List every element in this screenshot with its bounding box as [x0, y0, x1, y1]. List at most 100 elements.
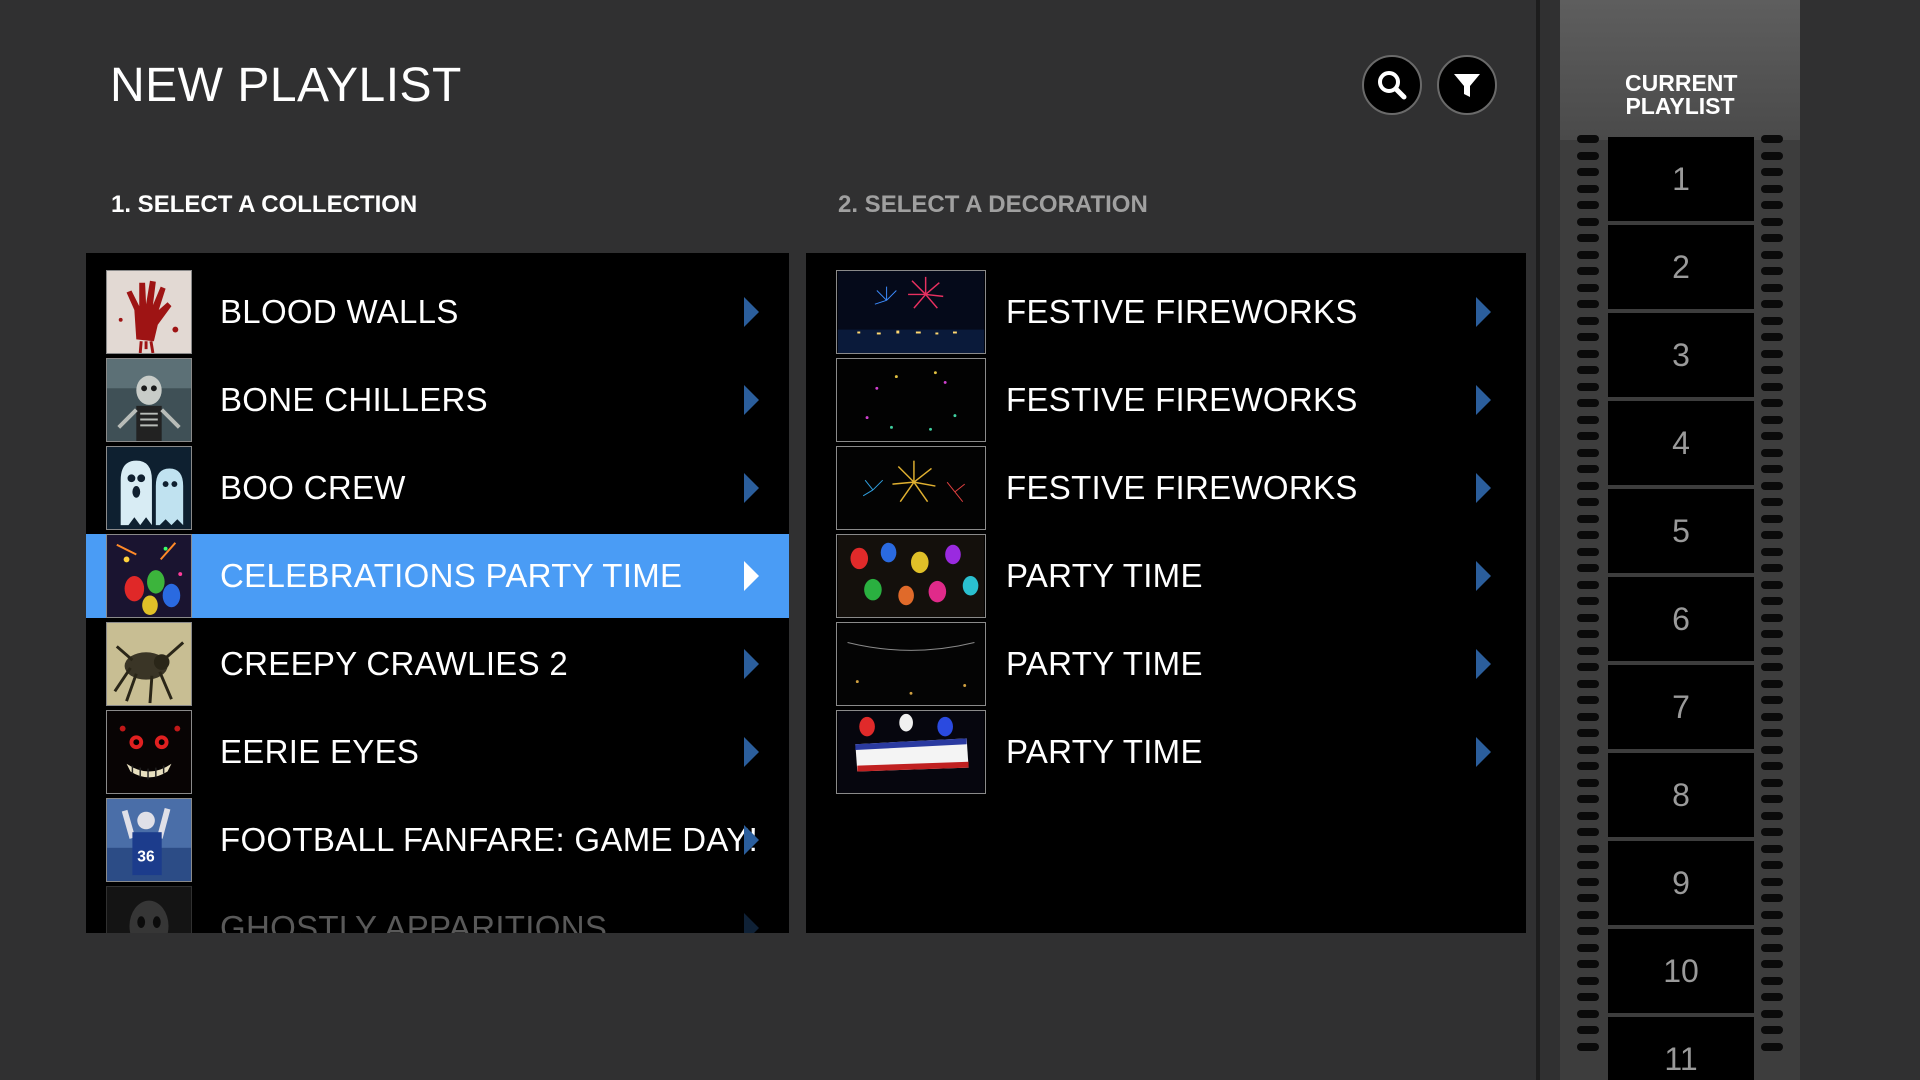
perforation-hole — [1577, 613, 1599, 622]
perforation-hole — [1577, 1042, 1599, 1051]
chevron-right-icon — [1476, 297, 1491, 327]
collection-thumbnail — [106, 270, 192, 354]
collection-item-football-fanfare[interactable]: 36 FOOTBALL FANFARE: GAME DAY! — [86, 798, 789, 882]
chevron-right-icon — [1476, 385, 1491, 415]
playlist-slot[interactable]: 7 — [1608, 665, 1754, 749]
perforation-hole — [1577, 828, 1599, 836]
perforation-hole — [1761, 547, 1783, 556]
perforation-hole — [1577, 267, 1599, 275]
playlist-slot[interactable]: 11 — [1608, 1017, 1754, 1080]
perforation-hole — [1761, 250, 1783, 259]
perforation-hole — [1761, 448, 1783, 457]
collection-item-boo-crew[interactable]: BOO CREW — [86, 446, 789, 530]
new-playlist-screen: NEW PLAYLIST 1. SELECT A COLLECTION 2. S… — [0, 0, 1920, 1080]
perforation-hole — [1761, 201, 1783, 209]
perforation-hole — [1577, 646, 1599, 655]
playlist-slot[interactable]: 2 — [1608, 225, 1754, 309]
step-2-label: 2. SELECT A DECORATION — [838, 191, 1148, 218]
playlist-slot[interactable]: 1 — [1608, 137, 1754, 221]
perforation-hole — [1577, 580, 1599, 589]
film-perforations — [1577, 135, 1599, 1080]
perforation-hole — [1577, 349, 1599, 358]
collection-label: BOO CREW — [220, 469, 406, 506]
collection-thumbnail — [106, 710, 192, 794]
perforation-hole — [1761, 894, 1783, 902]
decoration-list[interactable]: FESTIVE FIREWORKS FESTIVE FIREWORKS FEST… — [806, 253, 1526, 933]
collection-item-blood-walls[interactable]: BLOOD WALLS — [86, 270, 789, 354]
perforation-hole — [1761, 564, 1783, 572]
filter-icon — [1454, 74, 1480, 97]
decoration-label: PARTY TIME — [1006, 557, 1203, 594]
decoration-label: PARTY TIME — [1006, 733, 1203, 770]
perforation-hole — [1761, 630, 1783, 638]
perforation-hole — [1577, 861, 1599, 869]
collection-item-bone-chillers[interactable]: BONE CHILLERS — [86, 358, 789, 442]
perforation-hole — [1577, 432, 1599, 440]
perforation-hole — [1761, 729, 1783, 737]
decoration-thumbnail — [836, 710, 986, 794]
perforation-hole — [1577, 663, 1599, 671]
playlist-slot[interactable]: 10 — [1608, 929, 1754, 1013]
chevron-right-icon — [1476, 649, 1491, 679]
chevron-right-icon — [744, 913, 759, 933]
playlist-slot[interactable]: 5 — [1608, 489, 1754, 573]
collection-list[interactable]: BLOOD WALLS BONE CHILLERS BOO CREW CELEB… — [86, 253, 789, 933]
playlist-slot[interactable]: 9 — [1608, 841, 1754, 925]
decoration-item[interactable]: PARTY TIME — [806, 622, 1526, 706]
decoration-thumbnail — [836, 446, 986, 530]
decoration-item[interactable]: PARTY TIME — [806, 710, 1526, 794]
perforation-hole — [1577, 481, 1599, 490]
perforation-hole — [1577, 234, 1599, 242]
decoration-item[interactable]: PARTY TIME — [806, 534, 1526, 618]
perforation-hole — [1761, 597, 1783, 605]
perforation-hole — [1577, 712, 1599, 721]
filter-button[interactable] — [1437, 55, 1497, 115]
perforation-hole — [1761, 811, 1783, 820]
perforation-hole — [1761, 795, 1783, 803]
perforation-hole — [1761, 349, 1783, 358]
collection-thumbnail: 36 — [106, 798, 192, 882]
perforation-hole — [1761, 382, 1783, 391]
film-perforations — [1761, 135, 1783, 1080]
decoration-item[interactable]: FESTIVE FIREWORKS — [806, 446, 1526, 530]
collection-item-eerie-eyes[interactable]: EERIE EYES — [86, 710, 789, 794]
perforation-hole — [1761, 580, 1783, 589]
collection-label: EERIE EYES — [220, 733, 420, 770]
search-button[interactable] — [1362, 55, 1422, 115]
happy-birthday-banner-icon — [837, 623, 985, 705]
decoration-item[interactable]: FESTIVE FIREWORKS — [806, 358, 1526, 442]
collection-item-ghostly-apparitions[interactable]: GHOSTLY APPARITIONS — [86, 886, 789, 933]
playlist-slot[interactable]: 4 — [1608, 401, 1754, 485]
perforation-hole — [1761, 316, 1783, 325]
fireworks-bursts-icon — [837, 447, 985, 529]
perforation-hole — [1761, 762, 1783, 770]
playlist-slot[interactable]: 3 — [1608, 313, 1754, 397]
perforation-hole — [1577, 811, 1599, 820]
perforation-hole — [1577, 910, 1599, 919]
playlist-slot[interactable]: 8 — [1608, 753, 1754, 837]
chevron-right-icon — [744, 561, 759, 591]
perforation-hole — [1577, 762, 1599, 770]
collection-item-celebrations-party-time[interactable]: CELEBRATIONS PARTY TIME — [86, 534, 789, 618]
perforation-hole — [1761, 498, 1783, 506]
perforation-hole — [1761, 300, 1783, 308]
chevron-right-icon — [744, 737, 759, 767]
perforation-hole — [1761, 1009, 1783, 1018]
perforation-hole — [1761, 1042, 1783, 1051]
perforation-hole — [1761, 514, 1783, 523]
search-icon — [1378, 71, 1407, 100]
decoration-item[interactable]: FESTIVE FIREWORKS — [806, 270, 1526, 354]
skeleton-icon — [107, 359, 191, 441]
collection-item-creepy-crawlies-2[interactable]: CREEPY CRAWLIES 2 — [86, 622, 789, 706]
collection-label: CELEBRATIONS PARTY TIME — [220, 557, 683, 594]
chevron-right-icon — [744, 473, 759, 503]
perforation-hole — [1577, 465, 1599, 473]
perforation-hole — [1577, 993, 1599, 1001]
perforation-hole — [1761, 267, 1783, 275]
perforation-hole — [1577, 877, 1599, 886]
perforation-hole — [1577, 778, 1599, 787]
playlist-slot[interactable]: 6 — [1608, 577, 1754, 661]
current-playlist-title: CURRENT PLAYLIST — [1625, 70, 1738, 119]
perforation-hole — [1761, 333, 1783, 341]
balloons-icon — [837, 535, 985, 617]
